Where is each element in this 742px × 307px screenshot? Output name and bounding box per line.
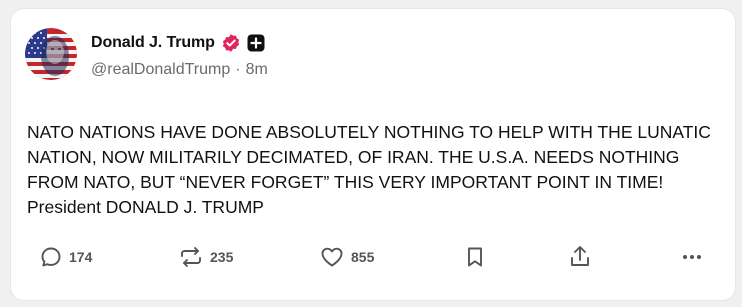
bookmark-button[interactable] xyxy=(464,241,486,273)
like-button[interactable]: 855 xyxy=(319,241,374,273)
more-options-button[interactable] xyxy=(679,241,705,273)
post-card: Donald J. Trump @realDonaldTrump · 8m NA… xyxy=(10,8,736,301)
meta-separator: · xyxy=(235,61,241,78)
like-count: 855 xyxy=(351,249,375,265)
repost-button[interactable]: 235 xyxy=(178,241,233,273)
avatar-image xyxy=(25,28,77,80)
bookmark-icon xyxy=(464,245,486,269)
action-bar: 174 235 855 xyxy=(11,241,735,273)
author-row: Donald J. Trump xyxy=(91,32,265,54)
post-body: NATO NATIONS HAVE DONE ABSOLUTELY NOTHIN… xyxy=(27,122,711,217)
comment-icon xyxy=(39,245,63,269)
repost-icon xyxy=(178,245,204,269)
reply-button[interactable]: 174 xyxy=(39,241,92,273)
heart-icon xyxy=(319,245,345,269)
avatar[interactable] xyxy=(25,28,77,80)
more-icon xyxy=(679,245,705,269)
share-icon xyxy=(568,244,592,270)
author-meta: @realDonaldTrump · 8m xyxy=(91,61,268,79)
plus-icon[interactable] xyxy=(247,34,265,52)
repost-count: 235 xyxy=(210,249,234,265)
post-timestamp[interactable]: 8m xyxy=(246,61,268,79)
reply-count: 174 xyxy=(69,249,93,265)
author-name[interactable]: Donald J. Trump xyxy=(91,34,215,52)
verified-badge-icon xyxy=(221,33,241,53)
share-button[interactable] xyxy=(568,241,592,273)
author-handle[interactable]: @realDonaldTrump xyxy=(91,61,230,79)
